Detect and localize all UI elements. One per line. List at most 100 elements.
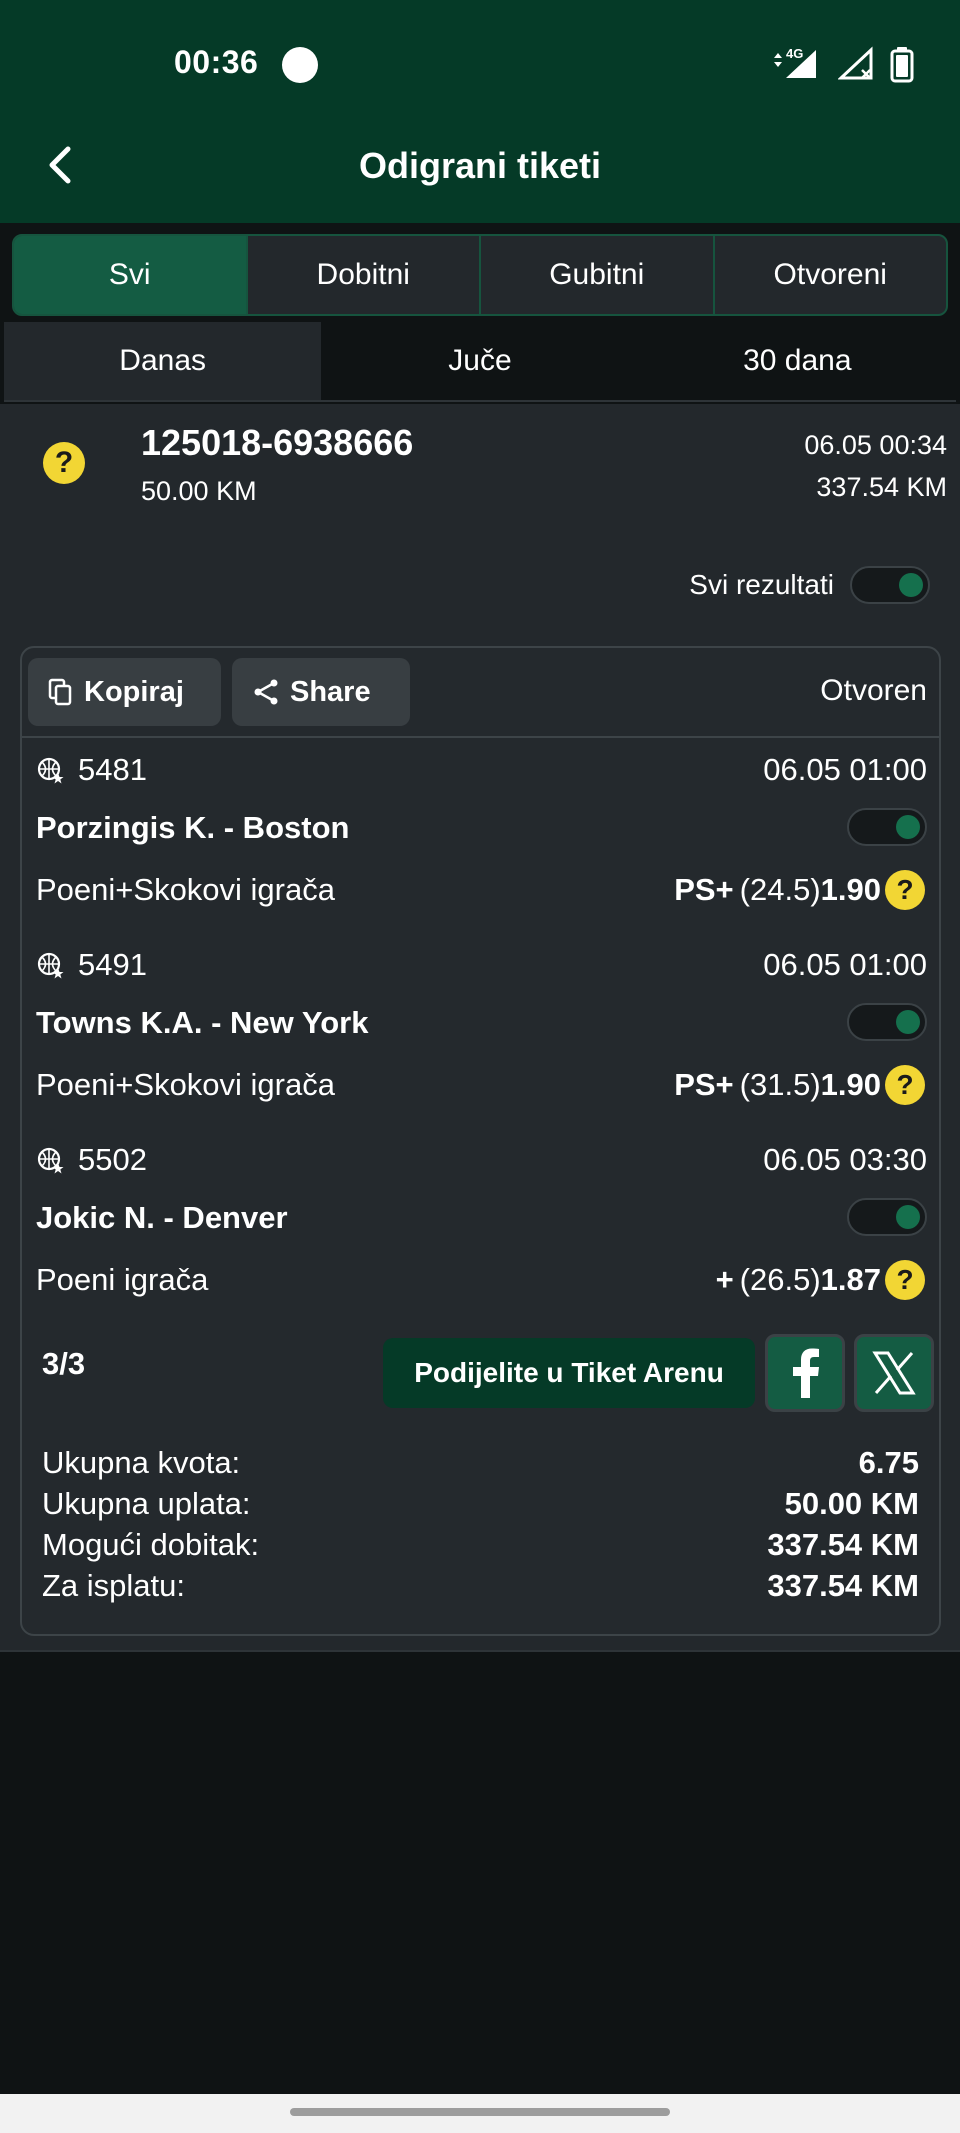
ticket-summary: Ukupna kvota: 6.75 Ukupna uplata: 50.00 … (42, 1442, 919, 1606)
match-result-toggle[interactable] (847, 1198, 927, 1236)
svg-text:4G: 4G (786, 46, 803, 61)
tab-otvoreni[interactable]: Otvoreni (712, 236, 947, 314)
all-results-toggle[interactable] (850, 566, 930, 604)
match-header: 5481 06.05 01:00 (36, 750, 927, 790)
summary-label: Mogući dobitak: (42, 1526, 260, 1562)
match-time: 06.05 03:30 (763, 1142, 927, 1177)
match-pick: PS+ (674, 872, 734, 907)
summary-value: 6.75 (858, 1444, 919, 1480)
status-icons: 4G (772, 44, 914, 84)
status-bar: 00:36 4G (0, 0, 960, 115)
match-line: (31.5) (739, 1067, 821, 1102)
app-bar: Odigrani tiketi (0, 115, 960, 223)
match-pick: + (715, 1262, 734, 1297)
match-result-toggle[interactable] (847, 808, 927, 846)
ticket-potential-win: 337.54 KM (816, 472, 947, 502)
summary-value: 50.00 KM (784, 1485, 919, 1521)
basketball-icon (37, 952, 64, 979)
match-row: 5481 06.05 01:00 Porzingis K. - Boston P… (22, 738, 939, 933)
summary-label: Ukupna kvota: (42, 1444, 241, 1480)
home-indicator[interactable] (290, 2108, 670, 2116)
page-title: Odigrani tiketi (358, 145, 602, 186)
match-odd: 1.87 (820, 1262, 881, 1297)
match-name: Porzingis K. - Boston (36, 810, 350, 845)
tab-30-dana[interactable]: 30 dana (639, 322, 956, 400)
question-icon: ? (885, 1065, 925, 1105)
match-name: Towns K.A. - New York (36, 1005, 369, 1040)
x-logo-icon (872, 1351, 916, 1395)
status-time: 00:36 (174, 44, 259, 80)
record-dot-icon (282, 47, 318, 83)
match-bet: Poeni+Skokovi igrača PS+ (31.5) 1.90 ? (36, 1063, 925, 1107)
summary-label: Za isplatu: (42, 1567, 186, 1603)
toggle-knob (896, 1010, 920, 1034)
share-button[interactable]: Share (232, 658, 410, 726)
toggle-knob (896, 1205, 920, 1229)
summary-row: Za isplatu: 337.54 KM (42, 1565, 919, 1606)
match-pick: PS+ (674, 1067, 734, 1102)
match-result-toggle[interactable] (847, 1003, 927, 1041)
share-icon (254, 679, 278, 705)
signal-no-service-icon (838, 46, 873, 80)
share-tiket-arena-button[interactable]: Podijelite u Tiket Arenu (383, 1338, 755, 1408)
facebook-icon (793, 1348, 819, 1398)
copy-label: Kopiraj (84, 675, 184, 708)
match-code: 5502 (78, 1142, 147, 1177)
question-icon: ? (885, 870, 925, 910)
signal-4g-icon: 4G (774, 46, 816, 78)
basketball-icon (37, 1147, 64, 1174)
all-results-label: Svi rezultati (689, 569, 834, 600)
period-tabs: Danas Juče 30 dana (4, 322, 956, 402)
match-market: Poeni+Skokovi igrača (36, 872, 335, 907)
summary-row: Mogući dobitak: 337.54 KM (42, 1524, 919, 1565)
match-row: 5491 06.05 01:00 Towns K.A. - New York P… (22, 933, 939, 1128)
match-code: 5481 (78, 752, 147, 787)
ticket-stake: 50.00 KM (141, 476, 257, 506)
match-name: Jokic N. - Denver (36, 1200, 288, 1235)
battery-icon (890, 47, 914, 83)
x-share-button[interactable] (854, 1334, 934, 1412)
match-bet: Poeni igrača + (26.5) 1.87 ? (36, 1258, 925, 1302)
match-odd: 1.90 (820, 1067, 881, 1102)
ticket-status: Otvoren (820, 674, 927, 707)
facebook-share-button[interactable] (765, 1334, 845, 1412)
share-label: Share (290, 675, 371, 708)
match-line: (24.5) (739, 872, 821, 907)
copy-button[interactable]: Kopiraj (28, 658, 221, 726)
gesture-nav-bar (0, 2094, 960, 2133)
result-filter-tabs: Svi Dobitni Gubitni Otvoreni (12, 234, 948, 316)
ticket-datetime: 06.05 00:34 (804, 430, 947, 460)
summary-value: 337.54 KM (767, 1567, 919, 1603)
match-market: Poeni+Skokovi igrača (36, 1067, 335, 1102)
match-bet: Poeni+Skokovi igrača PS+ (24.5) 1.90 ? (36, 868, 925, 912)
match-row: 5502 06.05 03:30 Jokic N. - Denver Poeni… (22, 1128, 939, 1323)
question-icon: ? (885, 1260, 925, 1300)
question-icon: ? (43, 442, 85, 484)
ticket-id: 125018-6938666 (141, 422, 414, 463)
summary-label: Ukupna uplata: (42, 1485, 251, 1521)
match-line: (26.5) (739, 1262, 821, 1297)
tab-danas[interactable]: Danas (4, 322, 322, 400)
match-market: Poeni igrača (36, 1262, 209, 1297)
match-odd: 1.90 (820, 872, 881, 907)
all-results-row: Svi rezultati (689, 566, 930, 604)
match-header: 5502 06.05 03:30 (36, 1140, 927, 1180)
match-count: 3/3 (42, 1346, 86, 1381)
summary-row: Ukupna kvota: 6.75 (42, 1442, 919, 1483)
tab-juce[interactable]: Juče (321, 322, 638, 400)
ticket-panel: ? 125018-6938666 50.00 KM 06.05 00:34 33… (0, 404, 960, 1652)
tab-svi[interactable]: Svi (14, 236, 246, 314)
toggle-knob (896, 815, 920, 839)
tab-dobitni[interactable]: Dobitni (245, 236, 480, 314)
ticket-card: Kopiraj Share Otvoren 5481 06.05 01:00 P… (20, 646, 941, 1636)
summary-value: 337.54 KM (767, 1526, 919, 1562)
summary-row: Ukupna uplata: 50.00 KM (42, 1483, 919, 1524)
match-time: 06.05 01:00 (763, 947, 927, 982)
match-code: 5491 (78, 947, 147, 982)
match-header: 5491 06.05 01:00 (36, 945, 927, 985)
toggle-knob (899, 573, 923, 597)
match-time: 06.05 01:00 (763, 752, 927, 787)
basketball-icon (37, 757, 64, 784)
tab-gubitni[interactable]: Gubitni (479, 236, 713, 314)
copy-icon (48, 678, 72, 706)
